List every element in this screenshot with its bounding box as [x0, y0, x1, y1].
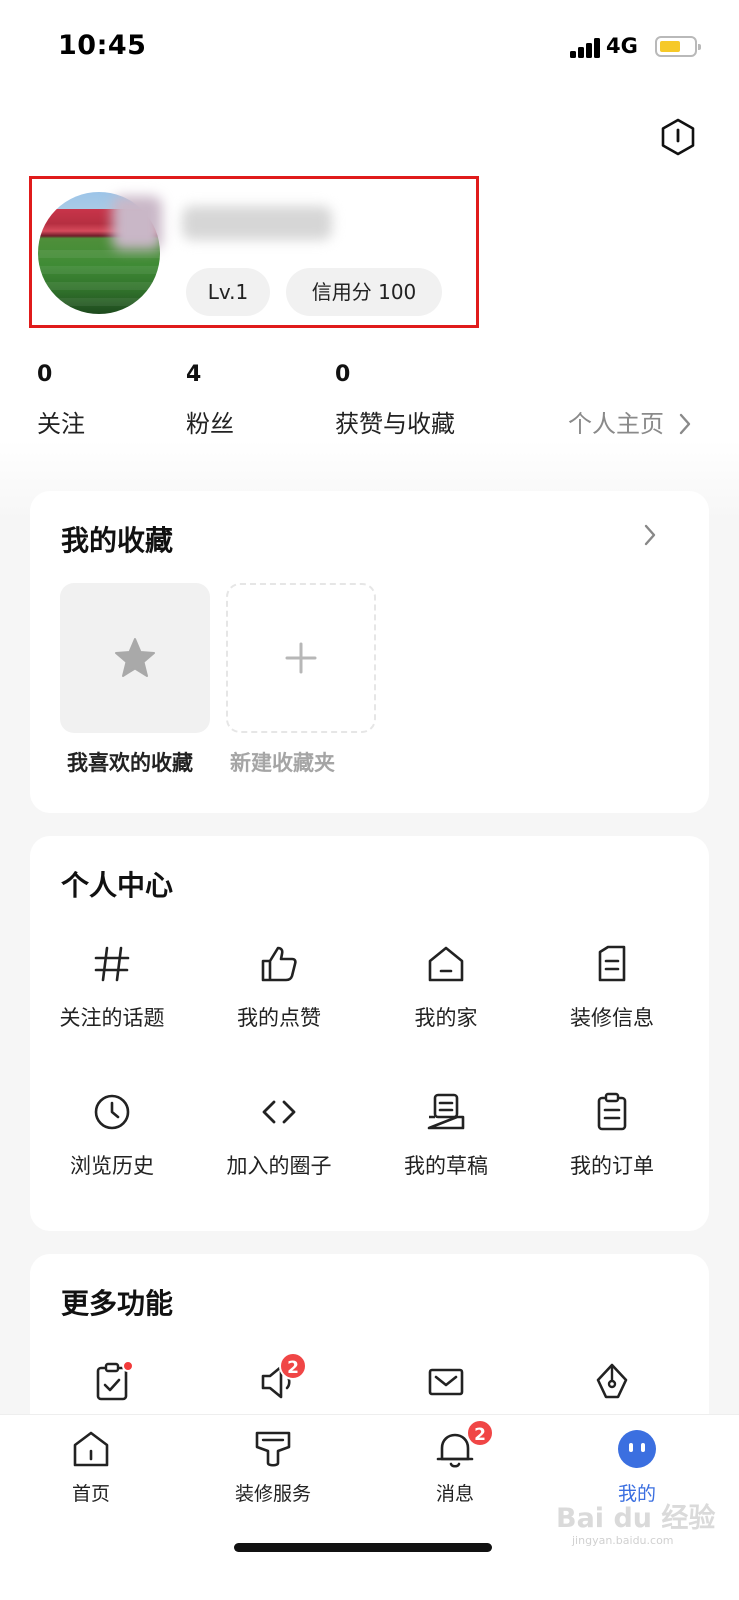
- my-drafts-item[interactable]: 我的草稿: [366, 1090, 526, 1180]
- mail-icon: [428, 1368, 464, 1396]
- joined-circles-label: 加入的圈子: [226, 1154, 332, 1178]
- pen-nib-icon: [596, 1363, 628, 1399]
- thumbs-up-icon: [261, 946, 297, 982]
- paint-roller-icon: [255, 1431, 291, 1467]
- draft-tray-icon: [427, 1093, 465, 1130]
- likes-label[interactable]: 获赞与收藏: [335, 404, 455, 439]
- tab-messages-label: 消息: [435, 1483, 474, 1505]
- battery-icon: [655, 36, 701, 57]
- renovation-info-item[interactable]: 装修信息: [532, 942, 692, 1032]
- house-icon: [428, 946, 464, 982]
- my-likes-item[interactable]: 我的点赞: [199, 942, 359, 1032]
- tab-home-label: 首页: [71, 1483, 110, 1505]
- my-home-label: 我的家: [414, 1006, 478, 1030]
- renovation-info-label: 装修信息: [570, 1006, 654, 1030]
- personal-center-card: 个人中心 关注的话题 我的点赞 我的家 装修信息 浏览历史 加入的圈子 我的草稿…: [30, 836, 709, 1231]
- home-indicator: [234, 1543, 492, 1552]
- signal-icon: [570, 38, 602, 58]
- followed-topics-label: 关注的话题: [59, 1006, 165, 1030]
- level-badge[interactable]: Lv.1: [186, 268, 270, 316]
- liked-favorites-tile[interactable]: [60, 583, 210, 733]
- messages-badge: 2: [466, 1419, 494, 1447]
- tab-mine[interactable]: 我的: [577, 1427, 697, 1506]
- my-likes-label: 我的点赞: [237, 1006, 321, 1030]
- liked-favorites-label: 我喜欢的收藏: [67, 751, 193, 775]
- followers-count: 4: [186, 362, 202, 387]
- tab-messages[interactable]: 消息: [395, 1427, 515, 1506]
- watermark: Bai du 经验: [556, 1503, 716, 1534]
- following-label[interactable]: 关注: [37, 404, 85, 439]
- my-orders-item[interactable]: 我的订单: [532, 1090, 692, 1180]
- followed-topics-item[interactable]: 关注的话题: [32, 942, 192, 1032]
- chevron-right-icon: [679, 413, 691, 435]
- feature-design-item[interactable]: [532, 1360, 692, 1404]
- favorites-card: 我的收藏 我喜欢的收藏 新建收藏夹: [30, 491, 709, 813]
- status-bar: 10:45 4G: [0, 0, 739, 95]
- clipboard-icon: [597, 1092, 627, 1131]
- credit-badge[interactable]: 信用分 100: [286, 268, 442, 316]
- watermark-url: jingyan.baidu.com: [572, 1534, 674, 1547]
- plus-icon: [285, 642, 317, 674]
- followers-label[interactable]: 粉丝: [186, 404, 234, 439]
- mine-face-icon: [618, 1430, 656, 1468]
- my-home-item[interactable]: 我的家: [366, 942, 526, 1032]
- status-time: 10:45: [58, 30, 147, 61]
- code-brackets-icon: [262, 1100, 296, 1124]
- favorites-title: 我的收藏: [61, 524, 174, 557]
- blurred-username: [182, 206, 332, 240]
- joined-circles-item[interactable]: 加入的圈子: [199, 1090, 359, 1180]
- clock-icon: [94, 1094, 130, 1130]
- more-features-title: 更多功能: [61, 1287, 174, 1320]
- tab-renovation-service[interactable]: 装修服务: [213, 1427, 333, 1506]
- my-drafts-label: 我的草稿: [404, 1154, 488, 1178]
- likes-count: 0: [335, 362, 351, 387]
- settings-hexagon-icon[interactable]: [658, 117, 698, 157]
- feature-task-item[interactable]: [32, 1360, 192, 1404]
- network-type: 4G: [606, 34, 638, 58]
- browse-history-label: 浏览历史: [70, 1154, 154, 1178]
- personal-center-title: 个人中心: [61, 869, 174, 902]
- hashtag-icon: [94, 946, 130, 982]
- browse-history-item[interactable]: 浏览历史: [32, 1090, 192, 1180]
- new-folder-tile[interactable]: [226, 583, 376, 733]
- profile-page-link[interactable]: 个人主页: [568, 404, 664, 439]
- home-icon: [73, 1431, 109, 1467]
- feature-mail-item[interactable]: [366, 1360, 526, 1404]
- notification-dot: [122, 1360, 134, 1372]
- chevron-right-icon[interactable]: [642, 522, 658, 548]
- my-orders-label: 我的订单: [570, 1154, 654, 1178]
- blurred-avatar-edge: [112, 196, 162, 250]
- tab-home[interactable]: 首页: [31, 1427, 151, 1506]
- star-icon: [115, 638, 155, 677]
- announce-badge: 2: [279, 1352, 307, 1380]
- tab-renovation-label: 装修服务: [234, 1483, 311, 1505]
- document-icon: [598, 945, 626, 982]
- following-count: 0: [37, 362, 53, 387]
- new-folder-label: 新建收藏夹: [230, 751, 335, 775]
